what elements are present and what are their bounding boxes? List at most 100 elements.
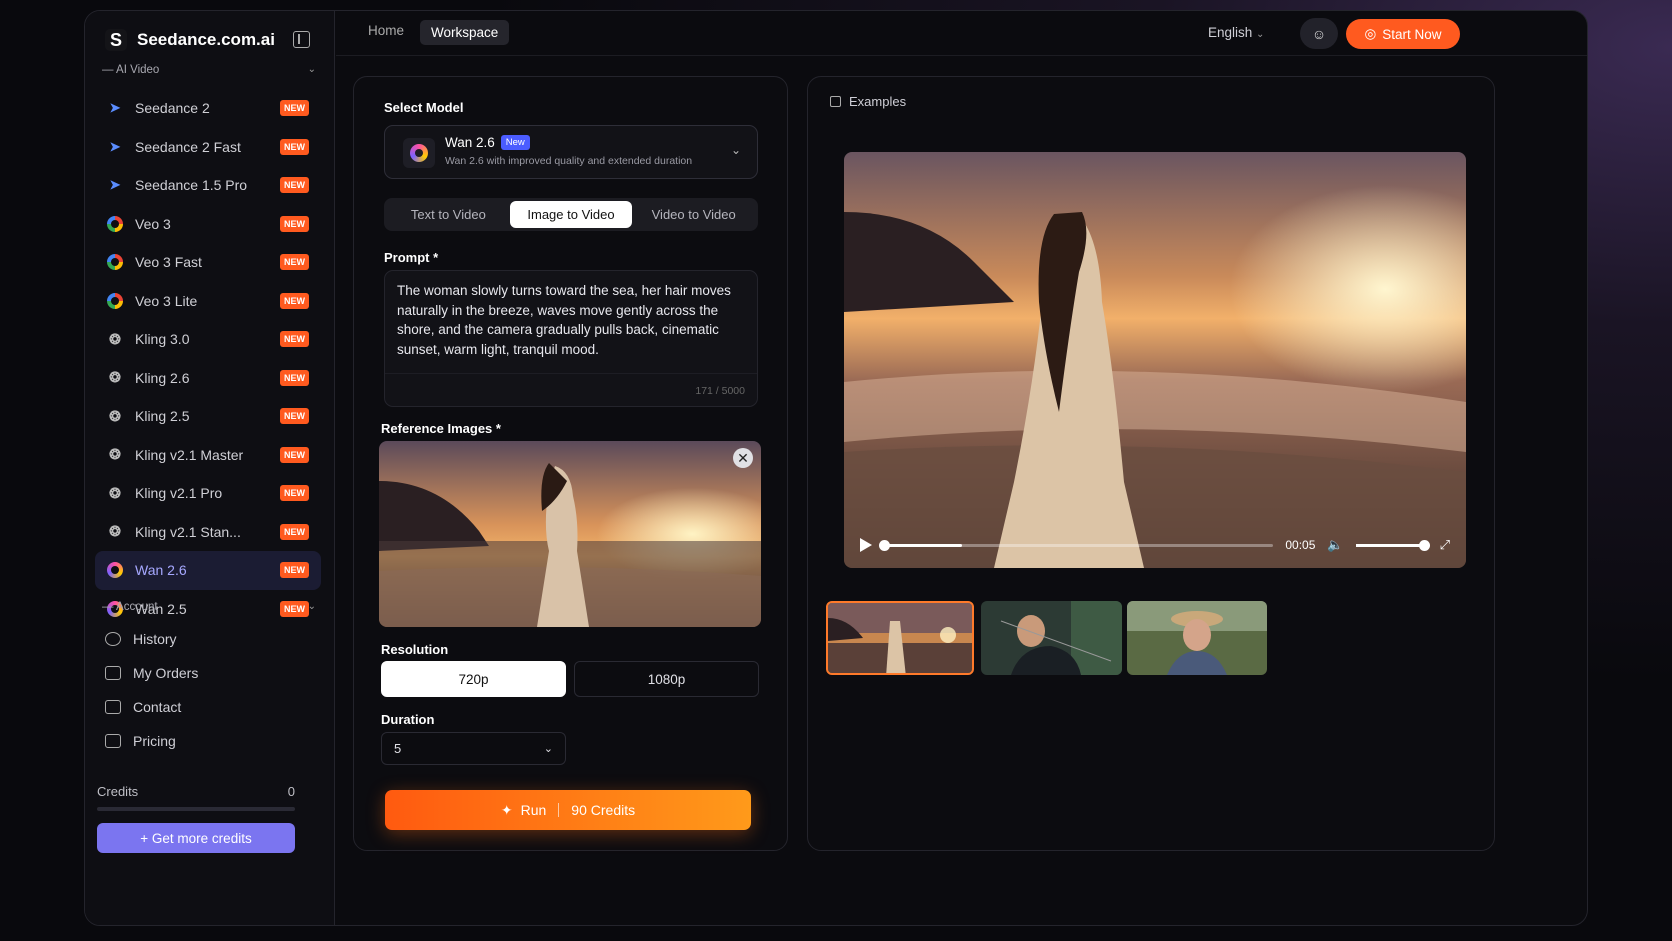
reference-image[interactable]: ✕ [379,441,761,627]
sidebar-item-pricing[interactable]: Pricing [97,724,323,758]
beach-sunset-image [379,441,761,627]
new-badge: NEW [280,523,309,540]
resolution-720p-button[interactable]: 720p [381,661,566,697]
fullscreen-icon[interactable]: ⤢ [1440,537,1450,553]
new-badge: NEW [280,177,309,194]
example-thumb-beach[interactable] [826,601,974,675]
video-player[interactable]: 00:05 🔈 ⤢ [844,152,1466,568]
sidebar-item-label: Veo 3 [135,215,171,232]
new-badge: NEW [280,292,309,309]
sidebar-item-veo-3[interactable]: Veo 3 NEW [95,205,321,244]
language-select[interactable]: English ⌄ [1208,25,1264,40]
tab-workspace[interactable]: Workspace [420,20,510,45]
account-nav: History My Orders Contact Pricing [97,622,323,758]
duration-select[interactable]: 5 ⌄ [381,732,566,765]
prompt-char-count: 171 / 5000 [695,385,745,397]
run-credits: 90 Credits [571,802,636,818]
video-progress-fill [884,543,962,547]
sidebar-item-seedance-1-5-pro[interactable]: ➤ Seedance 1.5 Pro NEW [95,166,321,205]
tab-image-to-video[interactable]: Image to Video [509,201,633,228]
kling-icon: ❂ [109,523,121,540]
prompt-text: The woman slowly turns toward the sea, h… [397,283,731,357]
start-now-label: Start Now [1382,26,1442,42]
target-icon: ◎ [1364,26,1377,41]
sidebar-item-label: Kling v2.1 Stan... [135,523,241,540]
sidebar-item-veo-3-lite[interactable]: Veo 3 Lite NEW [95,282,321,321]
wan-icon [107,562,123,579]
tab-text-to-video[interactable]: Text to Video [387,201,510,228]
example-thumb-archer[interactable] [981,601,1122,675]
sidebar-item-contact[interactable]: Contact [97,690,323,724]
model-select[interactable]: Wan 2.6 New Wan 2.6 with improved qualit… [384,125,758,179]
new-badge: NEW [280,215,309,232]
thumb-image [828,603,972,673]
app-window: S Seedance.com.ai — AI Video ⌄ ➤ Seedance… [84,10,1588,926]
top-bar: Home Workspace English ⌄ ☺ ◎ Start Now [336,11,1587,56]
kling-icon: ❂ [109,369,121,386]
play-icon[interactable] [860,538,872,552]
sidebar-item-label: Veo 3 Fast [135,254,202,271]
examples-panel: Examples 00:05 🔈 ⤢ [807,76,1495,851]
sidebar-item-seedance-2[interactable]: ➤ Seedance 2 NEW [95,89,321,128]
get-more-credits-button[interactable]: + Get more credits [97,823,295,853]
run-button[interactable]: ✦ Run 90 Credits [385,790,751,830]
brand[interactable]: S Seedance.com.ai [105,29,275,51]
sidebar-item-seedance-2-fast[interactable]: ➤ Seedance 2 Fast NEW [95,128,321,167]
sidebar-item-label: Kling 3.0 [135,331,190,348]
section-account[interactable]: — Account ⌄ [102,601,316,613]
model-name: Wan 2.6 New [445,135,530,150]
sidebar-item-kling-v2-1-pro[interactable]: ❂ Kling v2.1 Pro NEW [95,474,321,513]
sidebar-item-history[interactable]: History [97,622,323,656]
credits-bar [97,807,295,811]
video-progress-track[interactable] [879,539,1274,551]
resolution-1080p-button[interactable]: 1080p [574,661,759,697]
sidebar-item-wan-2-6[interactable]: Wan 2.6 NEW [95,551,321,590]
new-badge: NEW [280,331,309,348]
kling-icon: ❂ [109,484,121,501]
sidebar-item-label: Kling 2.5 [135,408,190,425]
credits-value: 0 [287,784,295,799]
volume-icon[interactable]: 🔈 [1327,537,1343,553]
section-ai-video-label: — AI Video [102,64,160,76]
sidebar-item-kling-2-5[interactable]: ❂ Kling 2.5 NEW [95,397,321,436]
sidebar-item-kling-v2-1-master[interactable]: ❂ Kling v2.1 Master NEW [95,436,321,475]
sidebar-item-kling-3-0[interactable]: ❂ Kling 3.0 NEW [95,320,321,359]
sidebar-item-kling-v2-1-stan[interactable]: ❂ Kling v2.1 Stan... NEW [95,513,321,552]
chevron-down-icon: ⌄ [307,64,316,75]
examples-title: Examples [849,94,907,109]
sidebar-item-kling-2-6[interactable]: ❂ Kling 2.6 NEW [95,359,321,398]
sidebar-item-veo-3-fast[interactable]: Veo 3 Fast NEW [95,243,321,282]
user-icon[interactable]: ☺ [1300,18,1338,49]
run-label: Run [520,802,547,818]
new-badge: NEW [280,369,309,386]
video-frame-image [844,152,1466,568]
model-nav: ➤ Seedance 2 NEW ➤ Seedance 2 Fast NEW ➤ Seedan… [95,89,321,628]
tab-video-to-video[interactable]: Video to Video [632,201,755,228]
sidebar-item-my-orders[interactable]: My Orders [97,656,323,690]
start-now-button[interactable]: ◎ Start Now [1346,19,1460,49]
video-controls: 00:05 🔈 ⤢ [844,522,1466,568]
prompt-textarea[interactable]: The woman slowly turns toward the sea, h… [384,270,758,407]
chevron-down-icon: ⌄ [730,143,741,157]
kling-icon: ❂ [109,407,121,424]
volume-slider[interactable] [1355,539,1430,551]
google-icon [107,292,123,309]
seedance-icon: ➤ [109,138,121,154]
new-badge: NEW [280,485,309,502]
new-tag: New [500,135,530,150]
sidebar-item-label: My Orders [133,665,199,681]
video-progress-handle[interactable] [879,539,890,551]
remove-image-button[interactable]: ✕ [733,448,753,468]
mail-icon [105,700,121,714]
new-badge: NEW [280,446,309,463]
section-ai-video[interactable]: — AI Video ⌄ [102,64,316,76]
sidebar-item-label: Contact [133,699,182,715]
volume-handle[interactable] [1418,539,1430,551]
wan-logo-icon [403,138,435,168]
resolution-label: Resolution [381,642,449,657]
example-thumb-farmer[interactable] [1127,601,1267,675]
tab-home[interactable]: Home [368,23,404,38]
sidebar-collapse-icon[interactable] [293,31,310,48]
sidebar-item-label: Seedance 2 [135,100,210,117]
duration-value: 5 [394,741,402,756]
